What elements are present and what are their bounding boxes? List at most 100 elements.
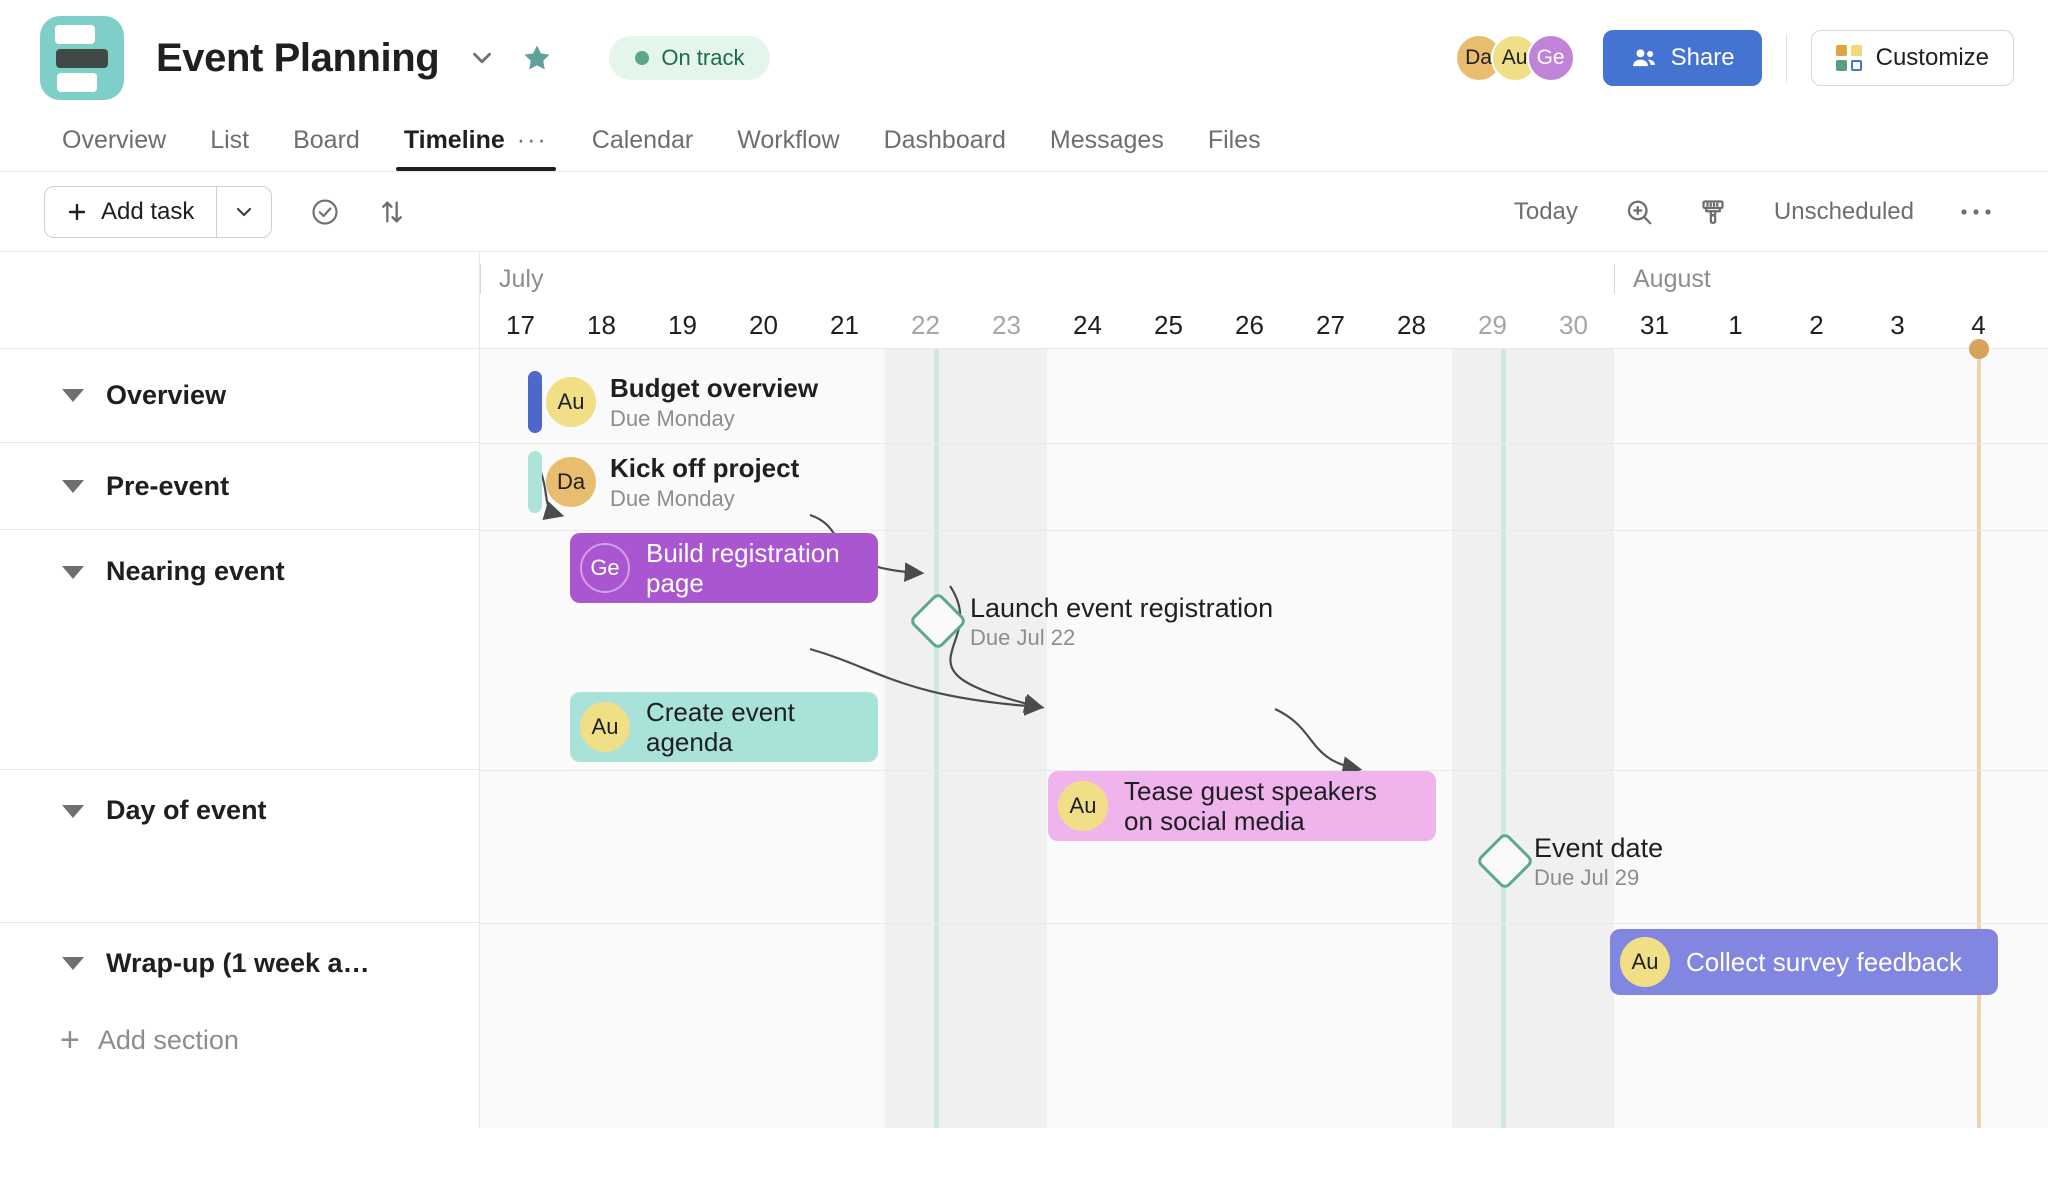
page-title: Event Planning	[156, 35, 440, 80]
milestone-marker-line	[1501, 349, 1506, 1128]
task-name: Create event agenda	[646, 696, 795, 757]
task-bar-collect-survey-feedback[interactable]: Au Collect survey feedback	[1610, 929, 1998, 995]
task-label-budget-overview[interactable]: Budget overview Due Monday	[610, 373, 818, 432]
toolbar-right-actions: Today Unscheduled	[1490, 172, 2014, 252]
task-label-event-date[interactable]: Event date Due Jul 29	[1534, 833, 1663, 891]
zoom-in-icon[interactable]	[1602, 197, 1676, 227]
section-row-pre-event[interactable]: Pre-event	[0, 443, 479, 530]
plus-icon: +	[60, 1021, 80, 1059]
chevron-down-icon[interactable]	[465, 41, 499, 75]
add-section-label: Add section	[97, 1024, 239, 1055]
task-budget-overview[interactable]: Au	[546, 377, 596, 427]
collapse-triangle-icon[interactable]	[62, 389, 84, 402]
avatar[interactable]: Ge	[1526, 34, 1575, 82]
today-line	[1969, 339, 1989, 1128]
tab-workflow[interactable]: Workflow	[715, 126, 861, 171]
day-cell: 3	[1890, 310, 1905, 340]
section-name: Overview	[106, 380, 227, 410]
row-divider	[480, 443, 2048, 444]
tab-board[interactable]: Board	[271, 126, 382, 171]
avatar[interactable]: Au	[546, 377, 596, 427]
tab-files[interactable]: Files	[1186, 126, 1283, 171]
section-row-day-of-event[interactable]: Day of event	[0, 770, 479, 923]
timeline-toolbar: Add task Today Unscheduled	[0, 172, 2048, 252]
add-task-dropdown-icon[interactable]	[217, 200, 271, 224]
row-divider	[480, 530, 2048, 531]
gantt-grid[interactable]: July August 17 18 19 20 21 22 23 24 25 2…	[480, 252, 2048, 1128]
month-label: July	[480, 264, 543, 294]
tab-label: Overview	[62, 126, 167, 154]
add-task-button-group: Add task	[44, 185, 273, 238]
sort-arrows-icon[interactable]	[378, 198, 406, 226]
project-icon	[40, 16, 124, 100]
tab-overflow-icon[interactable]: ···	[517, 126, 548, 155]
tab-overview[interactable]: Overview	[40, 126, 188, 171]
tab-list[interactable]: List	[188, 126, 271, 171]
section-name: Wrap-up (1 week a…	[106, 947, 370, 978]
task-bar-build-registration-page[interactable]: Ge Build registration page	[570, 533, 878, 603]
tab-label: Timeline	[403, 126, 505, 154]
avatar[interactable]: Au	[1058, 781, 1108, 831]
task-label-kick-off-project[interactable]: Kick off project Due Monday	[610, 453, 799, 512]
paintbrush-icon[interactable]	[1676, 197, 1750, 227]
ellipsis-icon[interactable]	[1938, 206, 2014, 218]
task-due: Due Jul 29	[1534, 865, 1640, 890]
section-row-wrap-up[interactable]: Wrap-up (1 week a…	[0, 923, 479, 1003]
task-label-launch-event-registration[interactable]: Launch event registration Due Jul 22	[970, 593, 1273, 651]
collapse-triangle-icon[interactable]	[62, 956, 84, 970]
task-name: Budget overview	[610, 373, 819, 403]
day-cell: 28	[1397, 310, 1426, 340]
view-tabs: Overview List Board Timeline ··· Calenda…	[0, 116, 2048, 172]
section-row-nearing-event[interactable]: Nearing event	[0, 530, 479, 770]
day-cell: 31	[1640, 310, 1669, 340]
tab-dashboard[interactable]: Dashboard	[862, 126, 1028, 171]
day-cell: 23	[992, 310, 1021, 340]
milestone-marker-line	[934, 349, 939, 1128]
avatar[interactable]: Da	[546, 457, 596, 507]
task-name: Event date	[1534, 833, 1664, 863]
task-name: Launch event registration	[970, 593, 1274, 623]
task-kick-off-project[interactable]: Da	[546, 457, 596, 507]
share-label: Share	[1670, 44, 1735, 71]
share-button[interactable]: Share	[1602, 30, 1762, 86]
task-bar-tease-guest-speakers[interactable]: Au Tease guest speakers on social media	[1048, 771, 1436, 841]
avatar[interactable]: Au	[1620, 937, 1670, 987]
task-name: Tease guest speakers on social media	[1124, 775, 1377, 836]
customize-label: Customize	[1875, 44, 1989, 71]
milestone-diamond-event-date[interactable]	[1475, 831, 1535, 891]
collapse-triangle-icon[interactable]	[62, 566, 84, 579]
section-row-overview[interactable]: Overview	[0, 349, 479, 443]
day-header: 17 18 19 20 21 22 23 24 25 26 27 28 29 3…	[480, 302, 2048, 349]
milestone-diamond-launch-event-registration[interactable]	[908, 591, 968, 651]
day-cell: 19	[668, 310, 697, 340]
today-button[interactable]: Today	[1490, 198, 1602, 226]
avatar[interactable]: Ge	[580, 543, 630, 593]
tab-label: Board	[293, 126, 360, 154]
tab-messages[interactable]: Messages	[1028, 126, 1186, 171]
task-name: Build registration page	[646, 537, 840, 598]
add-section-button[interactable]: + Add section	[0, 1003, 479, 1077]
tab-calendar[interactable]: Calendar	[570, 126, 715, 171]
task-bar-budget-overview[interactable]	[528, 371, 542, 433]
section-list: Overview Pre-event Nearing event Day of …	[0, 252, 480, 1128]
customize-button[interactable]: Customize	[1810, 30, 2014, 86]
collapse-triangle-icon[interactable]	[62, 479, 84, 493]
day-cell: 29	[1478, 310, 1507, 340]
section-name: Day of event	[106, 795, 267, 825]
task-bar-kick-off-project[interactable]	[528, 451, 542, 513]
add-task-button[interactable]: Add task	[45, 187, 216, 237]
star-icon[interactable]	[521, 42, 553, 74]
grid-squares-icon	[1835, 45, 1862, 71]
status-badge[interactable]: On track	[609, 36, 771, 80]
avatar[interactable]: Au	[580, 702, 630, 752]
task-bar-create-event-agenda[interactable]: Au Create event agenda	[570, 692, 878, 762]
collapse-triangle-icon[interactable]	[62, 805, 84, 818]
timeline-area: Overview Pre-event Nearing event Day of …	[0, 252, 2048, 1128]
tab-timeline[interactable]: Timeline ···	[382, 126, 570, 171]
unscheduled-button[interactable]: Unscheduled	[1750, 198, 1938, 226]
gantt-body[interactable]: Au Budget overview Due Monday Da Kick of…	[480, 339, 2048, 1128]
add-task-label: Add task	[101, 197, 195, 225]
task-due: Due Monday	[610, 406, 735, 431]
member-avatars[interactable]: Da Au Ge	[1454, 34, 1575, 82]
check-circle-icon[interactable]	[310, 197, 340, 227]
